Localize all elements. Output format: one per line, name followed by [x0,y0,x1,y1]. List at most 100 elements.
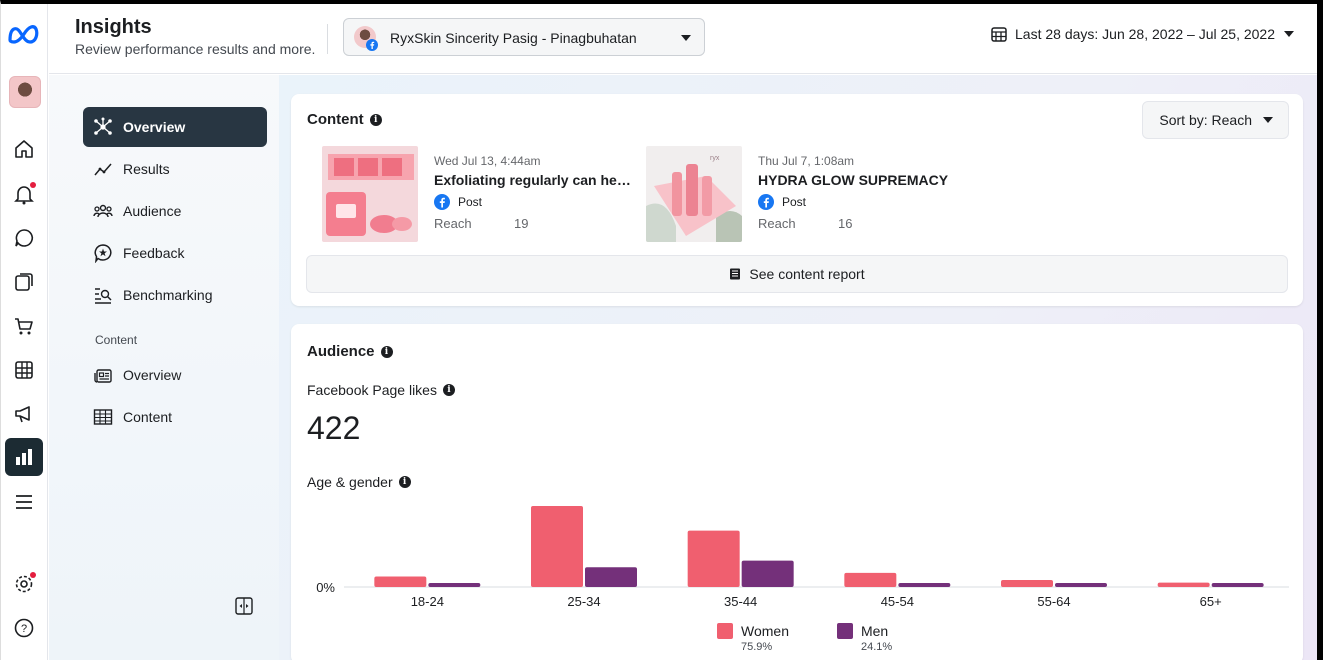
report-icon [730,268,741,280]
home-icon[interactable] [10,135,38,163]
post-date: Thu Jul 7, 1:08am [758,154,855,168]
x-tick-label: 25-34 [567,594,600,609]
bar-men-65+[interactable] [1211,583,1264,587]
bar-women-25-34[interactable] [531,506,583,587]
audience-card: Audience i Facebook Page likes i 422 Age… [291,324,1303,660]
page-subtitle: Review performance results and more. [75,41,316,57]
nav-item-label: Content [123,409,173,425]
content-card-title: Content i [307,111,382,128]
pages-icon[interactable] [10,268,38,296]
main-content-area: Content i Sort by: Reach Wed Jul 13, 4:4… [279,75,1317,660]
bar-men-35-44[interactable] [741,560,794,587]
date-range-picker[interactable]: Last 28 days: Jun 28, 2022 – Jul 25, 202… [991,26,1295,42]
benchmarking-icon [91,283,115,307]
bar-women-65+[interactable] [1157,582,1210,587]
see-content-report-label: See content report [749,266,865,282]
feedback-icon [91,241,115,265]
legend-label-men: Men [860,623,889,639]
nav-item-overview[interactable]: Overview [83,107,267,147]
page-selector-label: RyxSkin Sincerity Pasig - Pinagbuhatan [390,30,637,46]
nav-item-label: Results [123,161,170,177]
left-rail: ? [0,4,48,660]
nav-item-label: Overview [123,119,186,135]
legend-item-men[interactable]: Men 24.1% [836,623,893,653]
bar-women-18-24[interactable] [374,576,427,587]
content-card: Content i Sort by: Reach Wed Jul 13, 4:4… [291,94,1303,306]
help-icon[interactable]: ? [10,614,38,642]
post-card[interactable]: ryx Thu Jul 7, 1:08am HYDRA GLOW SUPREMA… [646,146,966,242]
page-selector-dropdown[interactable]: RyxSkin Sincerity Pasig - Pinagbuhatan [343,18,705,56]
nav-item-feedback[interactable]: Feedback [83,233,267,273]
nav-item-audience[interactable]: Audience [83,191,267,231]
page-avatar[interactable] [9,76,41,108]
post-metric-label: Reach [758,216,796,231]
insights-icon[interactable] [5,438,43,476]
bar-women-35-44[interactable] [687,530,740,587]
sort-dropdown[interactable]: Sort by: Reach [1142,101,1289,139]
bar-men-18-24[interactable] [428,583,481,587]
content-overview-icon [91,363,115,387]
post-title[interactable]: Exfoliating regularly can help keep your… [434,172,634,188]
legend-label-women: Women [741,623,789,639]
y-tick-label: 0% [316,580,335,595]
x-tick-label: 45-54 [881,594,914,609]
table-icon[interactable] [10,356,38,384]
insights-sidebar: Overview Results Audience Feedback Bench… [49,75,279,660]
date-range-label: Last 28 days: Jun 28, 2022 – Jul 25, 202… [1015,26,1275,42]
bar-men-25-34[interactable] [585,567,637,587]
collapse-sidebar-icon[interactable] [235,597,253,615]
bar-men-55-64[interactable] [1055,583,1107,587]
nav-item-content[interactable]: Content [83,397,267,437]
nav-item-label: Audience [123,203,182,219]
svg-text:?: ? [21,623,27,635]
bar-women-45-54[interactable] [844,572,897,587]
header: Insights Review performance results and … [49,4,1317,74]
sort-label: Sort by: Reach [1159,112,1252,128]
caret-down-icon [1263,117,1273,123]
see-content-report-button[interactable]: See content report [306,255,1288,293]
bell-icon[interactable] [10,180,38,208]
facebook-badge-icon [366,39,378,51]
legend-item-women[interactable]: Women 75.9% [717,623,789,653]
legend-pct-women: 75.9% [741,641,773,653]
x-tick-label: 35-44 [724,594,757,609]
meta-logo-icon[interactable] [6,22,42,46]
caret-down-icon [681,35,691,41]
post-thumbnail[interactable]: ryx [646,146,742,242]
post-card[interactable]: Wed Jul 13, 4:44am Exfoliating regularly… [322,146,642,242]
post-date: Wed Jul 13, 4:44am [434,154,541,168]
chat-icon[interactable] [10,224,38,252]
nav-item-benchmarking[interactable]: Benchmarking [83,275,267,315]
audience-icon [91,199,115,223]
post-metric-value: 16 [838,216,853,231]
nav-item-content-overview[interactable]: Overview [83,355,267,395]
info-icon[interactable]: i [369,113,382,126]
content-table-icon [91,405,115,429]
content-title-text: Content [307,111,364,128]
nav-section-content: Content [95,333,138,347]
calendar-icon [991,27,1007,42]
overview-icon [91,115,115,139]
menu-icon[interactable] [10,488,38,516]
age-gender-chart: 0% 18-24 25-34 35-44 45-54 55-64 65+ [316,506,1289,609]
post-type-label: Post [782,195,807,209]
shop-icon[interactable] [10,312,38,340]
bar-men-45-54[interactable] [898,583,951,587]
post-title[interactable]: HYDRA GLOW SUPREMACY [758,172,958,188]
caret-down-icon [1284,31,1294,37]
results-icon [91,157,115,181]
nav-item-label: Benchmarking [123,287,213,303]
post-type-label: Post [458,195,483,209]
megaphone-icon[interactable] [10,400,38,428]
post-thumbnail[interactable] [322,146,418,242]
x-tick-label: 65+ [1200,594,1222,609]
settings-icon[interactable] [10,570,38,598]
svg-text:ryx: ryx [710,155,720,162]
post-metric-label: Reach [434,216,472,231]
bar-women-55-64[interactable] [1001,579,1053,587]
nav-item-results[interactable]: Results [83,149,267,189]
nav-item-label: Feedback [123,245,185,261]
nav-item-label: Overview [123,367,182,383]
post-type: Post [758,194,806,210]
legend-pct-men: 24.1% [860,641,893,653]
